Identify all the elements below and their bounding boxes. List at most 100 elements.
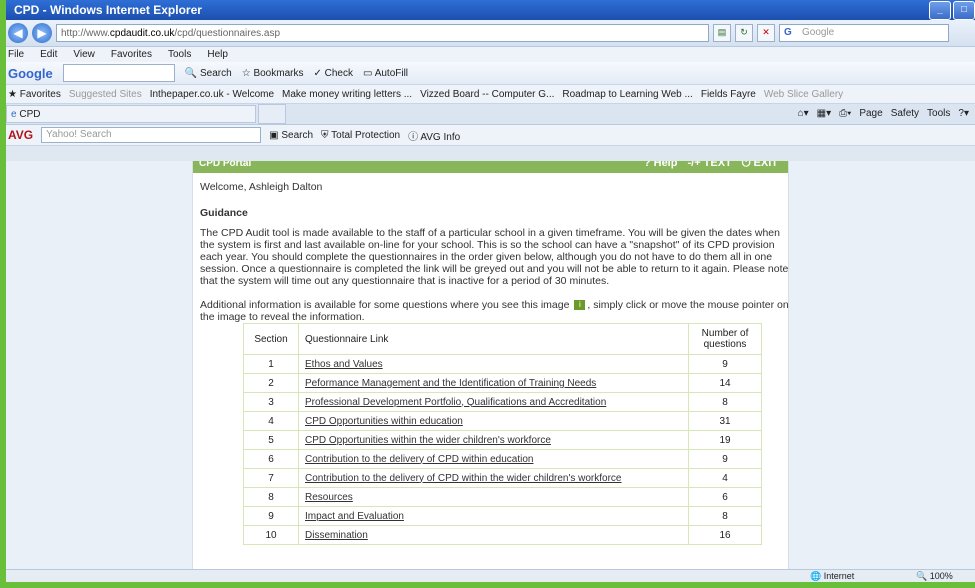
avg-logo[interactable]: AVG [8, 128, 33, 142]
tab-cpd[interactable]: e CPD [6, 105, 256, 123]
safety-menu[interactable]: Safety [891, 105, 919, 123]
table-row: 10 Dissemination 16 [243, 525, 762, 545]
questionnaire-link[interactable]: Dissemination [298, 525, 689, 545]
favorites-button[interactable]: ★ Favorites [8, 89, 61, 100]
guidance-text: The CPD Audit tool is made available to … [200, 227, 789, 287]
url-field[interactable]: http://www. cpdaudit.co.uk/cpd/questionna… [56, 24, 709, 42]
questionnaire-link[interactable]: CPD Opportunities within education [298, 411, 689, 431]
row-section: 5 [243, 430, 299, 450]
print-icon[interactable]: ⎙▾ [839, 105, 851, 123]
help-label: Help [653, 161, 678, 169]
url-path: /cpd/questionnaires.asp [174, 27, 281, 39]
google-search-input[interactable] [62, 64, 175, 82]
bookmarks-button[interactable]: ☆ Bookmarks [242, 68, 304, 79]
avg-search-label: Search [281, 129, 314, 141]
welcome-text: Welcome, Ashleigh Dalton [200, 181, 323, 193]
row-section: 10 [243, 525, 299, 545]
favorites-bar: ★ Favorites Suggested Sites Inthepaper.c… [6, 85, 975, 104]
new-tab-button[interactable] [258, 104, 286, 124]
google-logo: Google [8, 65, 53, 81]
favorite-web-slice-gallery[interactable]: Web Slice Gallery [764, 89, 843, 100]
title-bar: CPD - Windows Internet Explorer _ □ [6, 0, 975, 20]
questionnaire-link[interactable]: Ethos and Values [298, 354, 689, 374]
favorite-suggested-sites[interactable]: Suggested Sites [69, 89, 142, 100]
favorite-inthepaper[interactable]: Inthepaper.co.uk - Welcome [150, 89, 274, 100]
questionnaire-link[interactable]: Professional Development Portfolio, Qual… [298, 392, 689, 412]
help-icon[interactable]: ?▾ [958, 105, 969, 123]
favorite-fields-fayre[interactable]: Fields Fayre [701, 89, 756, 100]
row-count: 4 [688, 468, 762, 488]
forward-icon[interactable]: ▶ [32, 23, 52, 43]
home-icon[interactable]: ⌂▾ [798, 105, 809, 123]
menu-favorites[interactable]: Favorites [109, 47, 154, 62]
menu-view[interactable]: View [71, 47, 97, 62]
row-count: 6 [688, 487, 762, 507]
row-count: 9 [688, 449, 762, 469]
avg-info-button[interactable]: ⓘ AVG Info [408, 128, 460, 143]
page-right-margin [788, 161, 975, 569]
main-panel: Welcome, Ashleigh Dalton Guidance The CP… [200, 181, 790, 335]
questionnaire-link[interactable]: Resources [298, 487, 689, 507]
row-section: 9 [243, 506, 299, 526]
info-note-before: Additional information is available for … [200, 299, 570, 311]
google-search-button[interactable]: 🔍 Search [185, 68, 232, 79]
tab-label: CPD [19, 109, 41, 120]
favorite-vizzed-board[interactable]: Vizzed Board -- Computer G... [420, 89, 554, 100]
header-count: Number of questions [688, 323, 762, 355]
questionnaire-link[interactable]: CPD Opportunities within the wider child… [298, 430, 689, 450]
page-menu[interactable]: Page [859, 105, 882, 123]
questionnaire-link[interactable]: Peformance Management and the Identifica… [298, 373, 689, 393]
row-count: 9 [688, 354, 762, 374]
exit-link[interactable]: ⏻ EXIT [742, 161, 778, 170]
zoom-level[interactable]: 🔍 100% [916, 570, 953, 582]
questionnaire-link[interactable]: Impact and Evaluation [298, 506, 689, 526]
url-domain: cpdaudit.co.uk [109, 27, 175, 39]
menu-file[interactable]: File [6, 47, 26, 62]
menu-help[interactable]: Help [205, 47, 230, 62]
questionnaire-link[interactable]: Contribution to the delivery of CPD with… [298, 449, 689, 469]
table-row: 4 CPD Opportunities within education 31 [243, 411, 762, 431]
feeds-icon[interactable]: ▦▾ [817, 105, 831, 123]
autofill-button[interactable]: ▭ AutoFill [363, 68, 408, 79]
tools-menu[interactable]: Tools [927, 105, 950, 123]
info-icon[interactable]: i [574, 300, 586, 311]
row-count: 31 [688, 411, 762, 431]
row-section: 7 [243, 468, 299, 488]
row-section: 2 [243, 373, 299, 393]
row-count: 19 [688, 430, 762, 450]
avg-search-button[interactable]: ▣ Search [269, 130, 313, 141]
menu-edit[interactable]: Edit [38, 47, 59, 62]
window-title: CPD - Windows Internet Explorer [14, 3, 202, 17]
row-count: 8 [688, 392, 762, 412]
stop-icon[interactable]: ✕ [757, 24, 775, 42]
text-size-link[interactable]: -/+ TEXT [687, 161, 731, 170]
refresh-icon[interactable]: ↻ [735, 24, 753, 42]
yahoo-search-input[interactable]: Yahoo! Search [41, 127, 262, 143]
url-prefix: http://www. [61, 27, 110, 39]
favorites-label: Favorites [19, 88, 61, 100]
questionnaire-link[interactable]: Contribution to the delivery of CPD with… [298, 468, 689, 488]
questionnaire-table: Section Questionnaire Link Number of que… [243, 323, 762, 545]
tab-row: e CPD ⌂▾ ▦▾ ⎙▾ Page Safety Tools ?▾ [6, 104, 975, 125]
info-note: Additional information is available for … [200, 299, 790, 323]
total-protection-button[interactable]: ⛨ Total Protection [321, 130, 400, 141]
favorite-make-money[interactable]: Make money writing letters ... [282, 89, 412, 100]
help-link[interactable]: ? Help [644, 161, 678, 170]
table-row: 3 Professional Development Portfolio, Qua… [243, 392, 762, 412]
guidance-heading: Guidance [200, 207, 248, 219]
menu-tools[interactable]: Tools [166, 47, 193, 62]
autofill-label: AutoFill [374, 67, 409, 79]
minimize-button[interactable]: _ [929, 1, 951, 20]
search-input[interactable]: Google [779, 24, 949, 42]
compatibility-icon[interactable]: ▤ [713, 24, 731, 42]
table-row: 1 Ethos and Values 9 [243, 354, 762, 374]
check-button[interactable]: ✓ Check [313, 68, 353, 79]
command-bar: ⌂▾ ▦▾ ⎙▾ Page Safety Tools ?▾ [798, 105, 969, 123]
browser-window: CPD - Windows Internet Explorer _ □ ◀ ▶ … [6, 0, 975, 582]
back-icon[interactable]: ◀ [8, 23, 28, 43]
favorite-roadmap[interactable]: Roadmap to Learning Web ... [562, 89, 692, 100]
maximize-button[interactable]: □ [953, 1, 975, 20]
menu-bar: File Edit View Favorites Tools Help [6, 47, 975, 62]
page-left-margin [6, 161, 193, 569]
header-section: Section [243, 323, 299, 355]
